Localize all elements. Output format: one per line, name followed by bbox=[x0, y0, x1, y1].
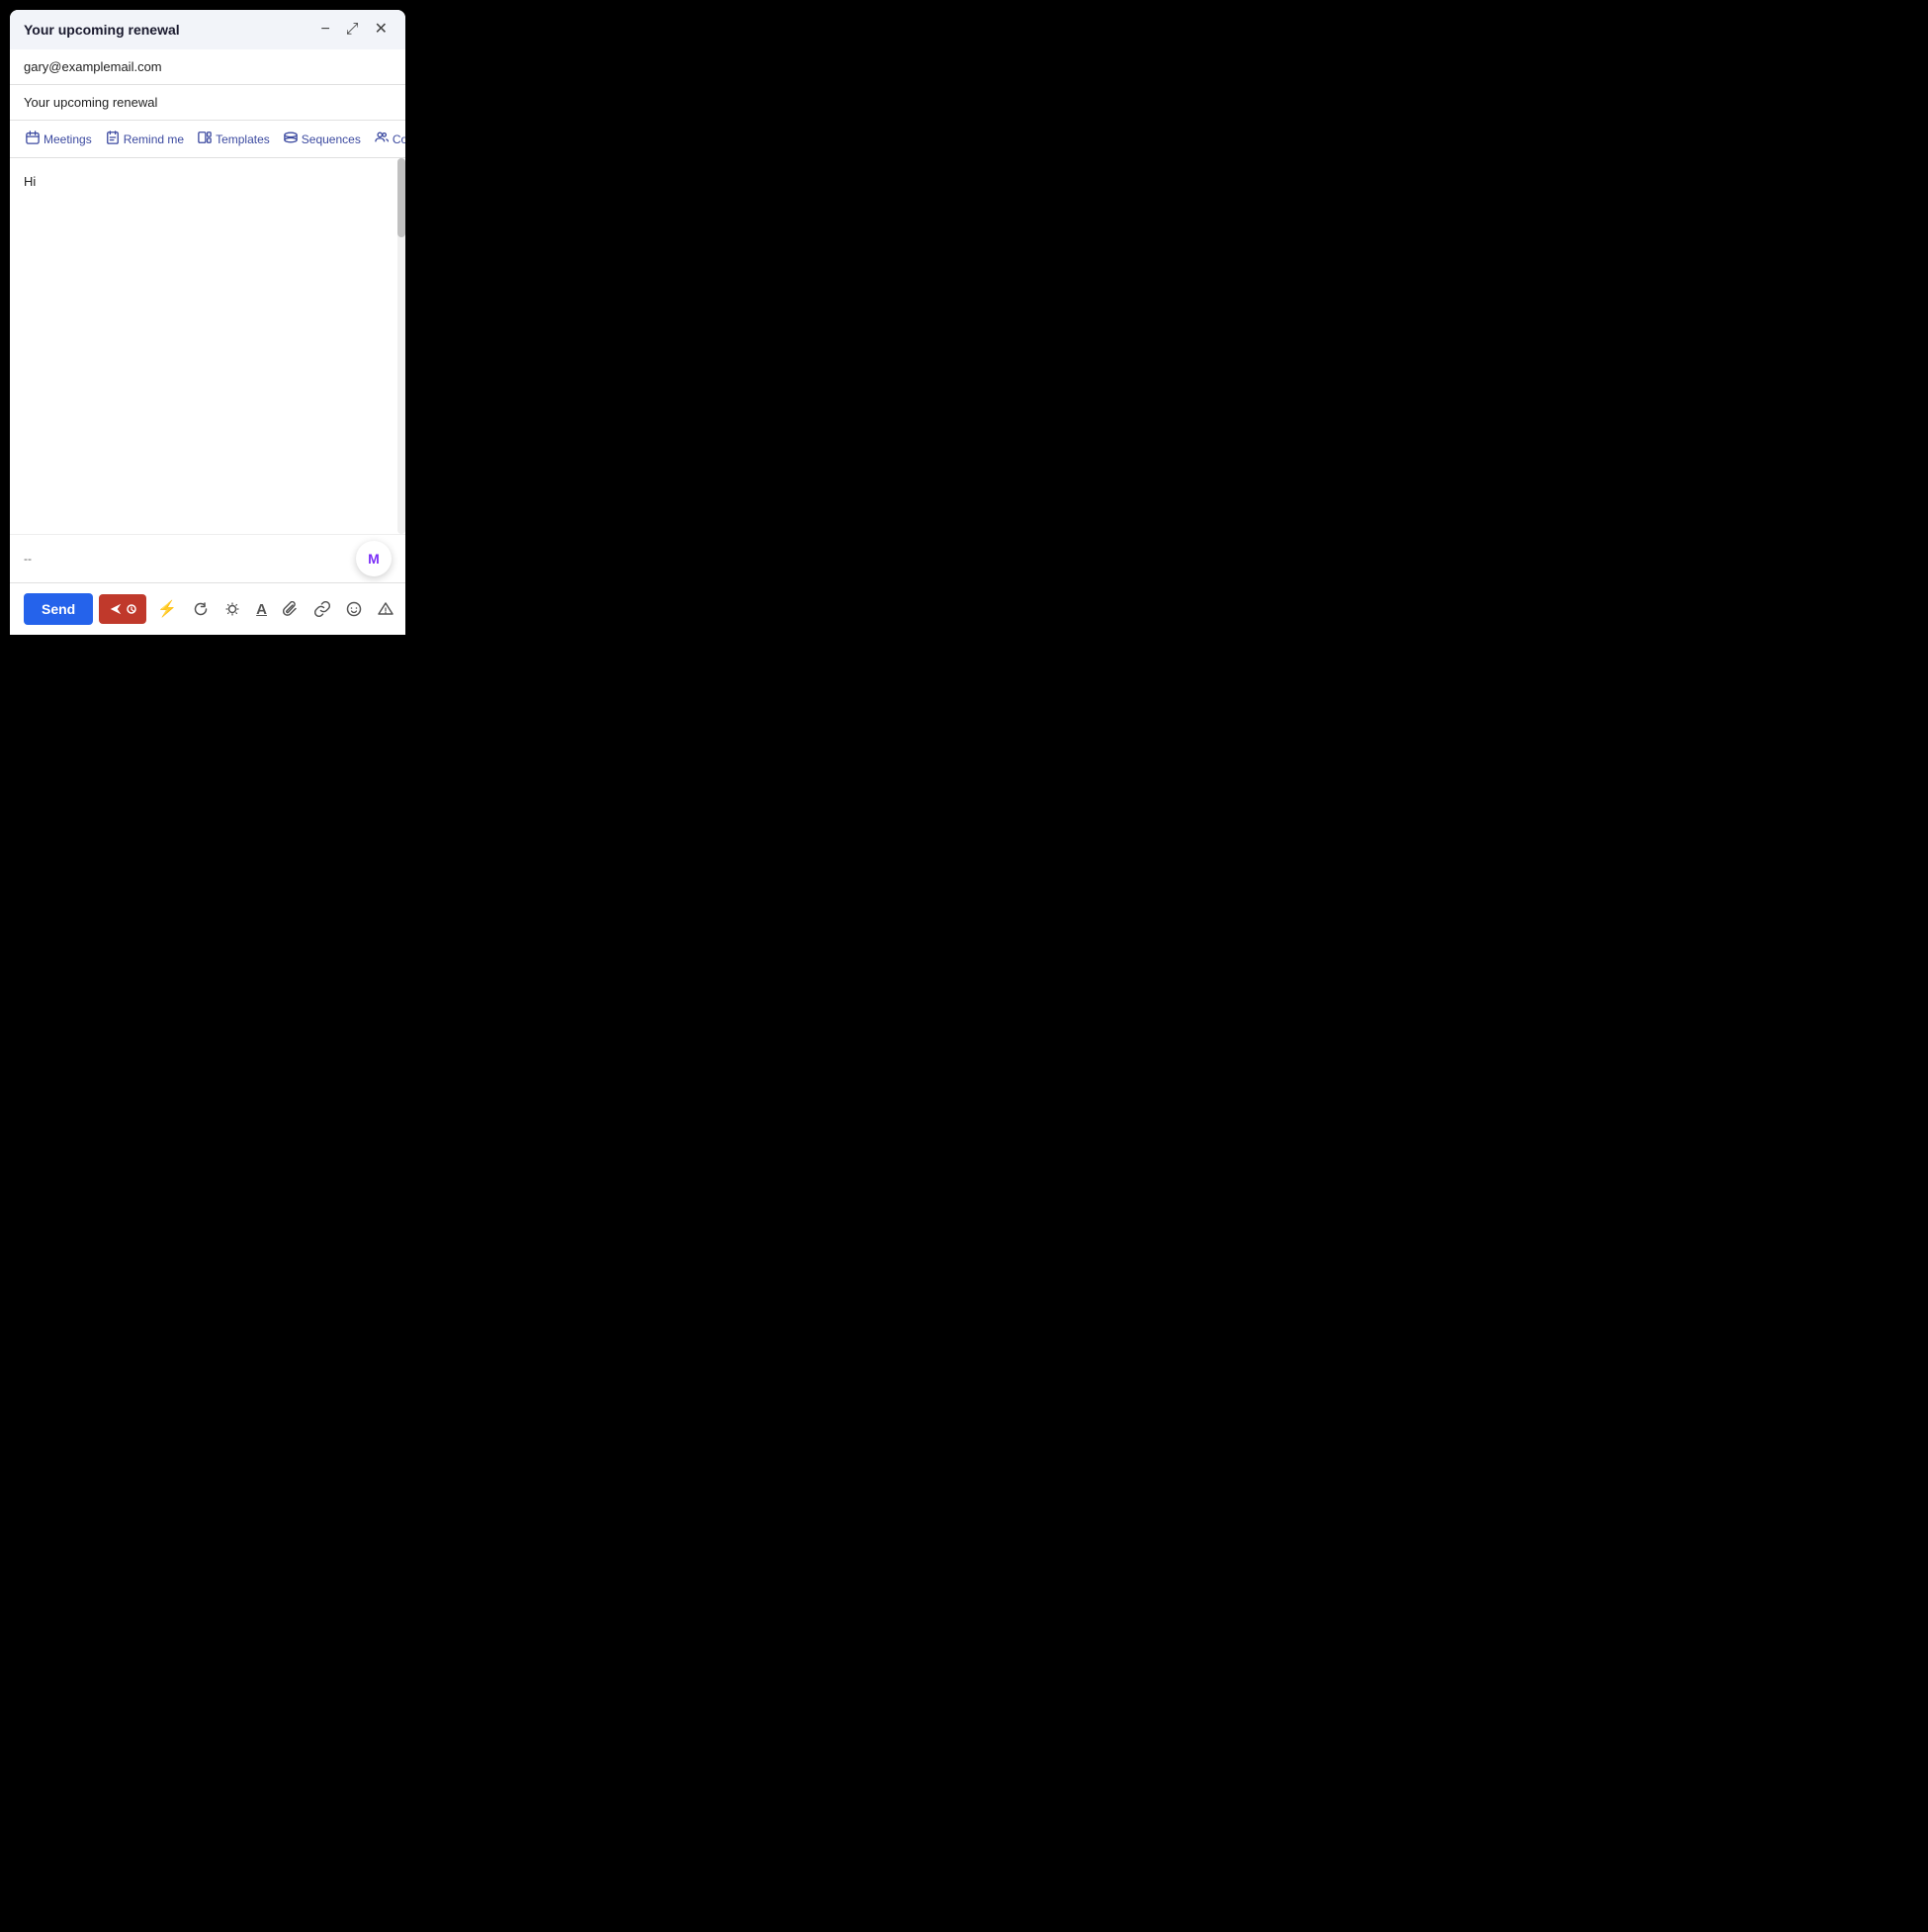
warning-icon bbox=[378, 601, 394, 617]
send-icon bbox=[109, 602, 123, 616]
collaborators-icon bbox=[375, 131, 389, 147]
scrollbar-thumb bbox=[397, 158, 405, 237]
sparkle-button[interactable] bbox=[219, 597, 245, 621]
collaborators-label: Collaborators bbox=[393, 132, 405, 146]
text-format-button[interactable]: A bbox=[251, 597, 272, 622]
remind-me-icon bbox=[106, 131, 120, 147]
warning-button[interactable] bbox=[373, 597, 398, 621]
send-later-button[interactable] bbox=[99, 594, 146, 624]
scrollbar-track bbox=[397, 158, 405, 534]
sequences-button[interactable]: Sequences bbox=[278, 127, 367, 151]
meetings-icon bbox=[26, 131, 40, 147]
link-button[interactable] bbox=[309, 597, 335, 621]
templates-icon bbox=[198, 131, 212, 147]
send-button[interactable]: Send bbox=[24, 593, 93, 625]
to-value: gary@examplemail.com bbox=[24, 59, 162, 74]
body-textarea[interactable]: Hi bbox=[10, 158, 405, 534]
emoji-button[interactable] bbox=[341, 597, 367, 621]
text-format-icon: A bbox=[256, 601, 267, 618]
minimize-button[interactable]: − bbox=[316, 20, 333, 40]
sequences-label: Sequences bbox=[302, 132, 361, 146]
image-button[interactable] bbox=[404, 597, 405, 621]
refresh-icon bbox=[193, 601, 209, 617]
lightning-button[interactable]: ⚡ bbox=[152, 595, 182, 623]
signature-text: -- bbox=[24, 552, 32, 566]
meetings-button[interactable]: Meetings bbox=[20, 127, 98, 151]
to-field[interactable]: gary@examplemail.com bbox=[10, 49, 405, 85]
signature-area: -- M bbox=[10, 534, 405, 582]
mixmax-button[interactable]: M bbox=[356, 541, 392, 576]
remind-me-label: Remind me bbox=[124, 132, 184, 146]
mixmax-label: M bbox=[368, 551, 380, 567]
emoji-icon bbox=[346, 601, 362, 617]
link-icon bbox=[314, 601, 330, 617]
subject-field[interactable]: Your upcoming renewal bbox=[10, 85, 405, 121]
templates-label: Templates bbox=[216, 132, 270, 146]
header-actions: − ⤢ ✕ bbox=[316, 20, 392, 40]
expand-button[interactable]: ⤢ bbox=[342, 20, 363, 40]
remind-me-button[interactable]: Remind me bbox=[100, 127, 190, 151]
refresh-button[interactable] bbox=[188, 597, 214, 621]
compose-title: Your upcoming renewal bbox=[24, 22, 180, 38]
compose-body: Hi bbox=[10, 158, 405, 534]
compose-footer: Send ⚡ A bbox=[10, 582, 405, 635]
compose-toolbar: Meetings Remind me Templates bbox=[10, 121, 405, 158]
collaborators-button[interactable]: Collaborators bbox=[369, 127, 405, 151]
attachment-icon bbox=[283, 601, 299, 617]
meetings-label: Meetings bbox=[44, 132, 92, 146]
sequences-icon bbox=[284, 131, 298, 147]
clock-icon bbox=[127, 604, 136, 614]
subject-value: Your upcoming renewal bbox=[24, 95, 157, 110]
sparkle-icon bbox=[224, 601, 240, 617]
attachment-button[interactable] bbox=[278, 597, 304, 621]
compose-header: Your upcoming renewal − ⤢ ✕ bbox=[10, 10, 405, 49]
templates-button[interactable]: Templates bbox=[192, 127, 276, 151]
compose-window: Your upcoming renewal − ⤢ ✕ gary@example… bbox=[10, 10, 405, 635]
close-button[interactable]: ✕ bbox=[371, 20, 392, 40]
lightning-icon: ⚡ bbox=[157, 599, 177, 619]
